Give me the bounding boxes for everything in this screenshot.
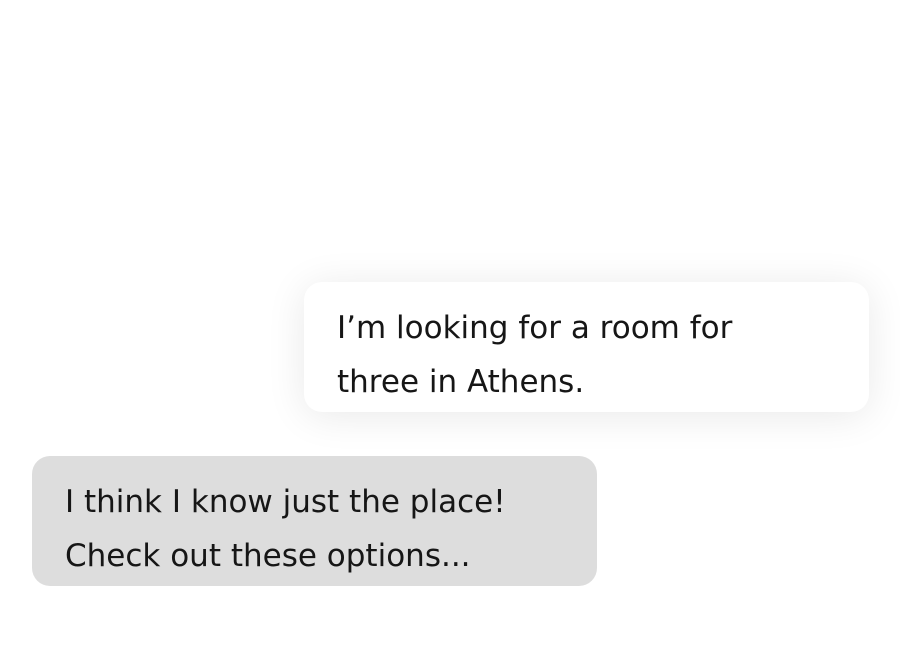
message-text-line: three in Athens.: [337, 364, 585, 400]
incoming-message-bubble: I think I know just the place! Check out…: [32, 456, 597, 586]
message-text-line: I think I know just the place!: [65, 484, 506, 520]
message-text-line: I’m looking for a room for: [337, 310, 733, 346]
outgoing-message-bubble: I’m looking for a room for three in Athe…: [304, 282, 869, 412]
message-text-line: Check out these options...: [65, 538, 471, 574]
chat-thread: I’m looking for a room for three in Athe…: [0, 0, 900, 654]
